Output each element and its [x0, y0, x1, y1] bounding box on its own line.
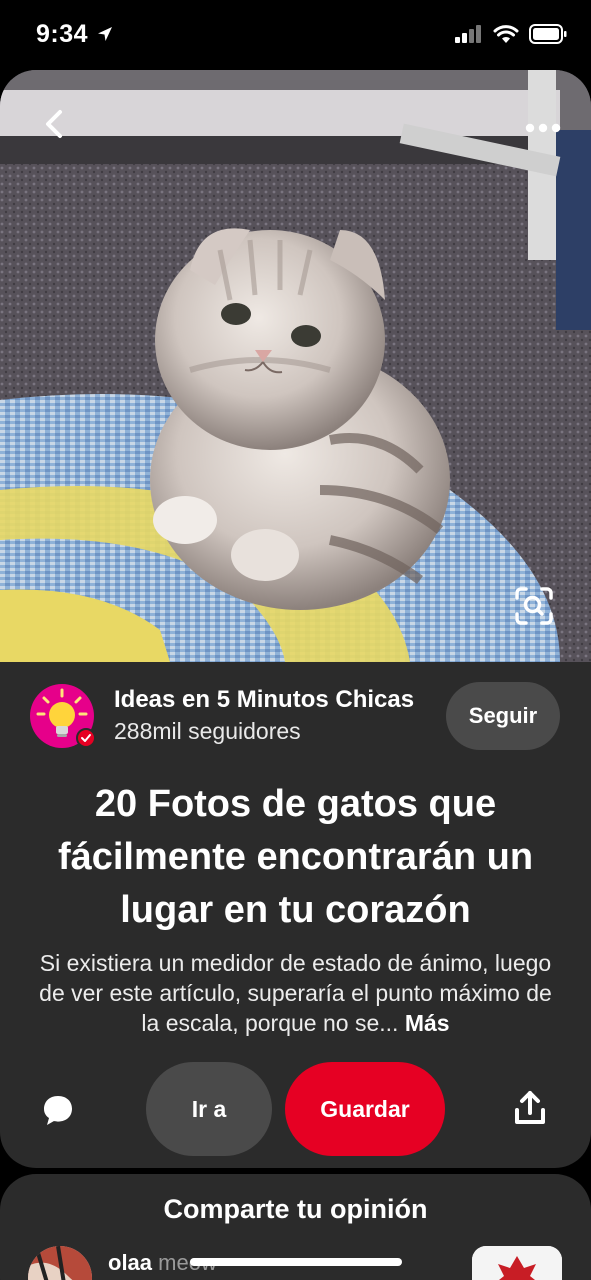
cellular-signal-icon — [455, 25, 481, 43]
creator-followers: 288mil seguidores — [114, 718, 301, 744]
opinion-title: Comparte tu opinión — [163, 1194, 428, 1224]
battery-icon — [529, 24, 567, 44]
comment-button[interactable] — [40, 1092, 80, 1132]
comment-bubble-icon — [44, 1096, 72, 1125]
share-button[interactable] — [510, 1088, 552, 1130]
visual-search-button[interactable] — [510, 582, 558, 630]
home-indicator[interactable] — [190, 1258, 402, 1266]
pin-description: Si existiera un medidor de estado de áni… — [30, 948, 561, 1038]
verified-check-icon — [81, 734, 91, 742]
status-bar: 9:34 — [0, 0, 591, 70]
more-options-button[interactable] — [521, 114, 565, 142]
save-button[interactable]: Guardar — [285, 1062, 445, 1156]
pin-image[interactable] — [0, 70, 591, 662]
more-options-icon — [525, 123, 561, 133]
creator-row: Ideas en 5 Minutos Chicas 288mil seguido… — [30, 682, 560, 752]
comment-avatar[interactable] — [28, 1246, 92, 1280]
verified-badge — [76, 728, 96, 748]
comment-author[interactable]: olaa — [108, 1250, 152, 1275]
location-arrow-icon — [97, 27, 112, 41]
visit-button[interactable]: Ir a — [146, 1062, 272, 1156]
more-link[interactable]: Más — [405, 1010, 450, 1036]
back-button[interactable] — [36, 106, 72, 142]
follow-button[interactable]: Seguir — [446, 682, 560, 750]
wifi-icon — [493, 25, 519, 43]
kitten-photo — [0, 70, 591, 662]
pin-card: Ideas en 5 Minutos Chicas 288mil seguido… — [0, 70, 591, 1168]
comment-thumbnail[interactable] — [472, 1246, 562, 1280]
share-upload-icon — [515, 1091, 545, 1124]
pin-title: 20 Fotos de gatos que fácilmente encontr… — [57, 783, 534, 931]
action-row: Ir a Guardar — [0, 1062, 591, 1158]
comment-avatar-image — [28, 1246, 92, 1280]
creator-name[interactable]: Ideas en 5 Minutos Chicas — [114, 686, 414, 714]
pin-description-text: Si existiera un medidor de estado de áni… — [39, 950, 552, 1036]
visual-search-icon — [515, 587, 553, 625]
creator-avatar[interactable] — [30, 684, 96, 748]
status-icons — [455, 24, 567, 44]
comment-thumbnail-image — [472, 1246, 562, 1280]
status-time: 9:34 — [36, 20, 114, 49]
status-time-text: 9:34 — [36, 20, 89, 48]
back-chevron-icon — [46, 110, 62, 138]
